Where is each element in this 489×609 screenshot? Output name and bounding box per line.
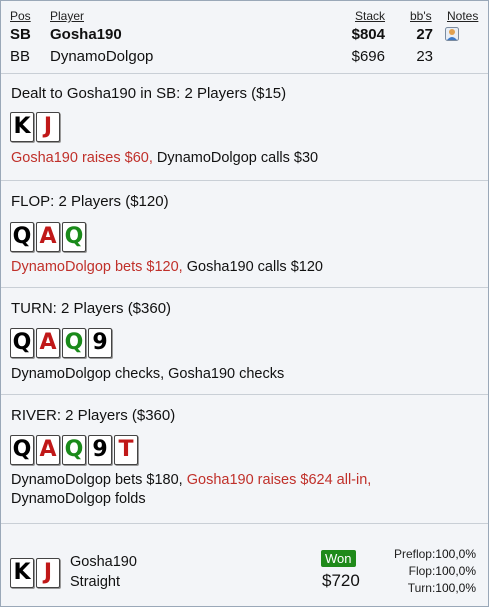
flop-section: FLOP: 2 Players ($120) Q A Q DynamoDolgo… [1, 181, 488, 288]
turn-equity-value: 100,0% [435, 581, 476, 595]
card: K [10, 558, 34, 588]
card: Q [62, 435, 86, 465]
card: J [36, 558, 60, 588]
flop-action: DynamoDolgop bets $120, Gosha190 calls $… [11, 258, 323, 277]
river-action-raise: Gosha190 raises $624 all-in, [186, 472, 372, 488]
flop-equity-label: Flop: [408, 564, 436, 578]
turn-section: TURN: 2 Players ($360) Q A Q 9 DynamoDol… [1, 288, 488, 395]
turn-equity: Turn:100,0% [408, 581, 476, 595]
player-stack: $696 [351, 48, 385, 65]
preflop-equity-label: Preflop: [393, 547, 436, 561]
col-pos-header: Pos [10, 9, 31, 23]
river-action-fold: DynamoDolgop folds [11, 491, 146, 507]
player-row[interactable]: BB DynamoDolgop $696 23 [1, 48, 488, 68]
preflop-equity-value: 100,0% [435, 547, 476, 561]
player-pos: SB [10, 26, 31, 43]
col-notes-header: Notes [447, 9, 479, 23]
card: J [36, 112, 60, 142]
col-stack-header: Stack [355, 9, 386, 23]
card: 9 [88, 435, 112, 465]
hand-summary: K J Gosha190 Straight Won $720 Preflop:1… [1, 524, 488, 609]
player-name: DynamoDolgop [50, 48, 154, 65]
flop-equity: Flop:100,0% [409, 564, 476, 578]
card: K [10, 112, 34, 142]
preflop-action-raise: Gosha190 raises $60, [11, 150, 153, 166]
player-bbs: 27 [416, 26, 433, 43]
flop-equity-value: 100,0% [435, 564, 476, 578]
card: 9 [88, 328, 112, 358]
flop-title: FLOP: 2 Players ($120) [11, 193, 169, 210]
player-name: Gosha190 [50, 26, 122, 43]
card: Q [62, 328, 86, 358]
won-amount: $720 [322, 571, 360, 590]
player-row[interactable]: SB Gosha190 $804 27 [1, 26, 488, 46]
card: T [114, 435, 138, 465]
winner-hand: Straight [70, 574, 120, 590]
turn-action: DynamoDolgop checks, Gosha190 checks [11, 365, 284, 384]
card: Q [10, 222, 34, 252]
col-player-header: Player [50, 9, 85, 23]
flop-action-bet: DynamoDolgop bets $120, [11, 259, 183, 275]
player-note-icon[interactable] [445, 27, 459, 41]
preflop-title: Dealt to Gosha190 in SB: 2 Players ($15) [11, 85, 287, 102]
turn-equity-label: Turn: [407, 581, 436, 595]
hand-history-panel: Pos Player Stack bb's Notes SB Gosha190 … [0, 0, 489, 607]
flop-action-call: Gosha190 calls $120 [182, 259, 323, 275]
player-stack: $804 [351, 26, 385, 43]
preflop-equity: Preflop:100,0% [394, 547, 476, 561]
card: A [36, 328, 60, 358]
winner-cards: K J [10, 558, 60, 588]
col-bbs-header: bb's [410, 9, 432, 23]
card: A [36, 222, 60, 252]
player-bbs: 23 [416, 48, 433, 65]
card: Q [62, 222, 86, 252]
river-title: RIVER: 2 Players ($360) [11, 407, 176, 424]
preflop-section: Dealt to Gosha190 in SB: 2 Players ($15)… [1, 74, 488, 181]
river-section: RIVER: 2 Players ($360) Q A Q 9 T Dynamo… [1, 395, 488, 524]
river-action: DynamoDolgop bets $180, Gosha190 raises … [11, 471, 371, 509]
turn-title: TURN: 2 Players ($360) [11, 300, 172, 317]
river-cards: Q A Q 9 T [10, 435, 138, 465]
players-table: Pos Player Stack bb's Notes SB Gosha190 … [1, 1, 488, 74]
won-badge: Won [321, 550, 356, 567]
card: Q [10, 328, 34, 358]
flop-cards: Q A Q [10, 222, 86, 252]
preflop-action: Gosha190 raises $60, DynamoDolgop calls … [11, 149, 318, 168]
card: Q [10, 435, 34, 465]
preflop-action-call: DynamoDolgop calls $30 [152, 150, 319, 166]
turn-action-text: DynamoDolgop checks, Gosha190 checks [11, 366, 285, 382]
hole-cards: K J [10, 112, 60, 142]
turn-cards: Q A Q 9 [10, 328, 112, 358]
river-action-bet: DynamoDolgop bets $180, [11, 472, 187, 488]
player-pos: BB [10, 48, 31, 65]
winner-name: Gosha190 [70, 554, 137, 570]
card: A [36, 435, 60, 465]
